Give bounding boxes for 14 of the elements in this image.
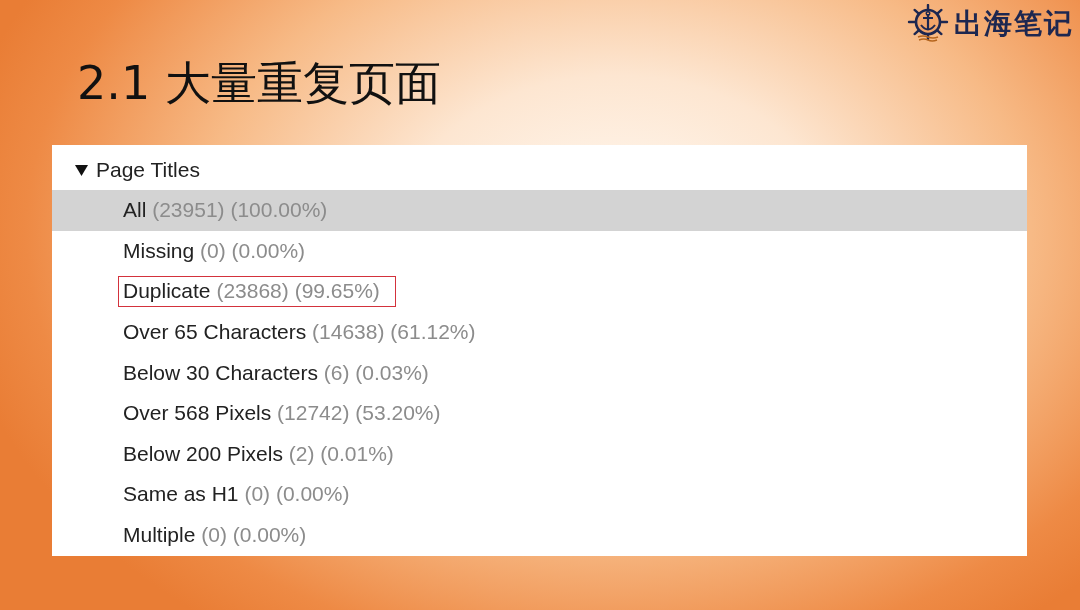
tree-item[interactable]: All (23951) (100.00%) xyxy=(52,190,1027,231)
tree-item[interactable]: Below 200 Pixels (2) (0.01%) xyxy=(52,433,1027,475)
tree-item[interactable]: Over 568 Pixels (12742) (53.20%) xyxy=(52,392,1027,434)
tree-node-label[interactable]: Page Titles xyxy=(96,158,200,182)
tree-item[interactable]: Over 65 Characters (14638) (61.12%) xyxy=(52,311,1027,353)
tree-item[interactable]: Duplicate (23868) (99.65%) xyxy=(52,271,1027,312)
slide-title: 2.1 大量重复页面 xyxy=(77,55,441,112)
ship-wheel-anchor-icon xyxy=(906,4,950,44)
tree-item[interactable]: Same as H1 (0) (0.00%) xyxy=(52,474,1027,515)
tree-item[interactable]: Missing (0) (0.00%) xyxy=(52,230,1027,272)
logo-text: 出海笔记 xyxy=(954,7,1074,41)
caret-down-icon[interactable] xyxy=(75,164,88,176)
tree-item[interactable]: Below 30 Characters (6) (0.03%) xyxy=(52,352,1027,393)
tree-item[interactable]: Multiple (0) (0.00%) xyxy=(52,514,1027,556)
